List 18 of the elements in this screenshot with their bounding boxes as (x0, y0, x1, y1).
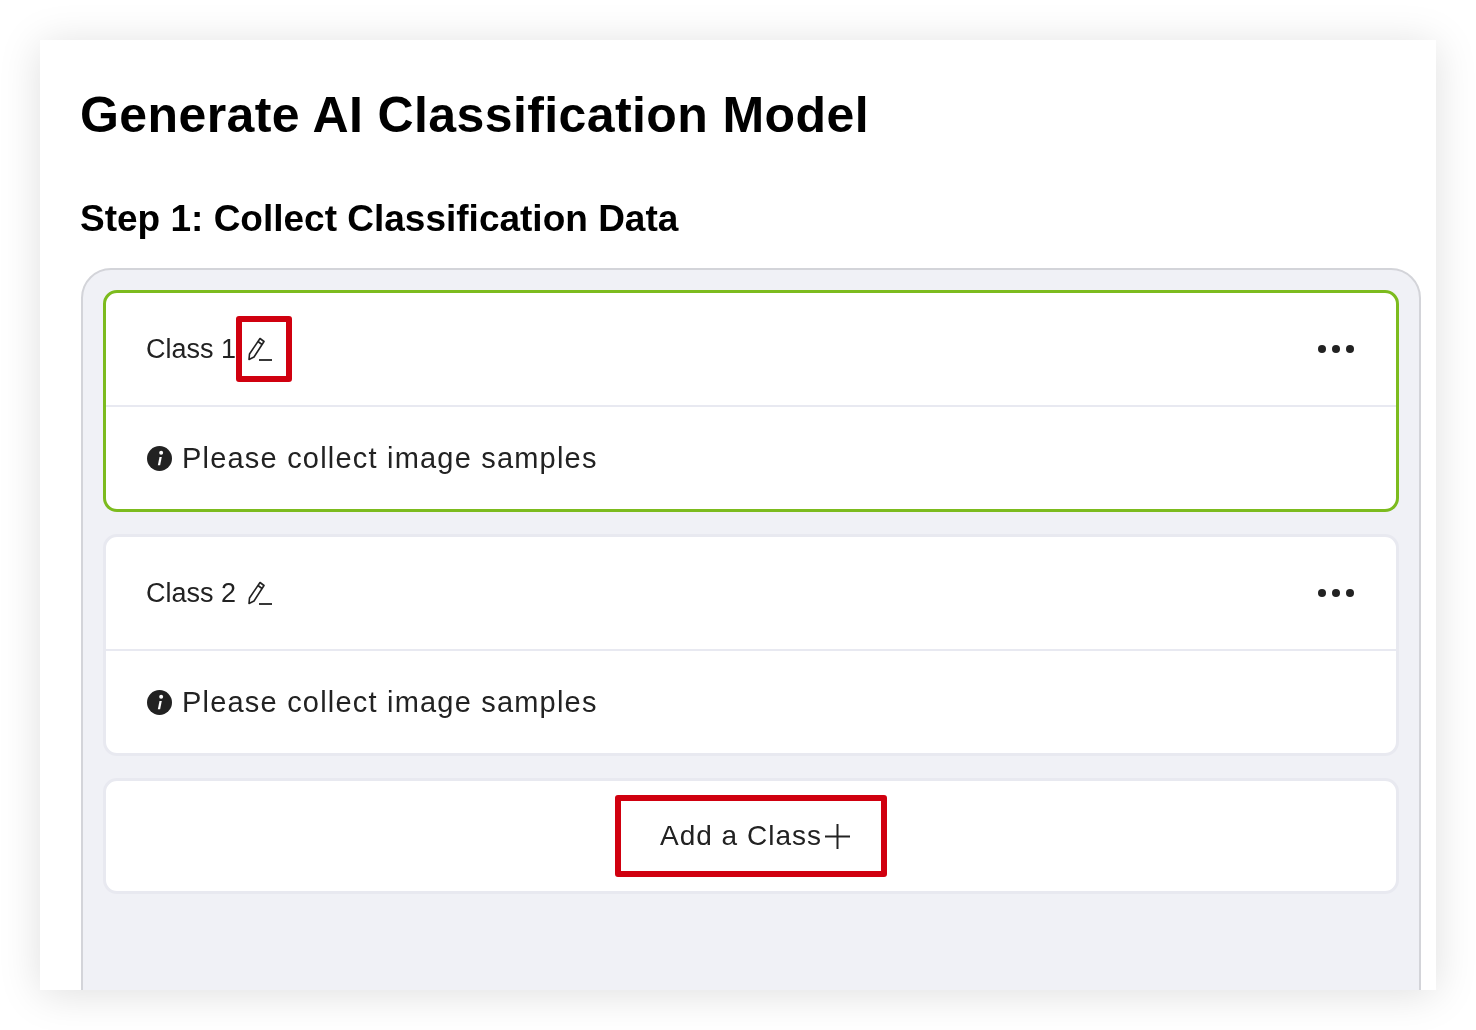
more-options-button[interactable] (1318, 345, 1354, 353)
class-name: Class 2 (146, 577, 237, 609)
pencil-icon (247, 336, 273, 362)
page-title: Generate AI Classification Model (80, 86, 869, 145)
info-icon (147, 689, 172, 715)
step-heading: Step 1: Collect Classification Data (80, 197, 679, 241)
status-message: Please collect image samples (182, 685, 598, 719)
class-name: Class 1 (146, 333, 237, 365)
more-options-button[interactable] (1318, 589, 1354, 597)
more-icon (1318, 345, 1354, 353)
more-icon (1318, 589, 1354, 597)
add-class-button[interactable]: Add a Class (615, 795, 887, 877)
plus-icon (825, 823, 850, 849)
info-icon (147, 445, 172, 471)
status-message: Please collect image samples (182, 441, 598, 475)
pencil-icon (247, 580, 273, 606)
edit-name-button[interactable] (236, 316, 293, 382)
edit-name-button[interactable] (247, 580, 273, 606)
